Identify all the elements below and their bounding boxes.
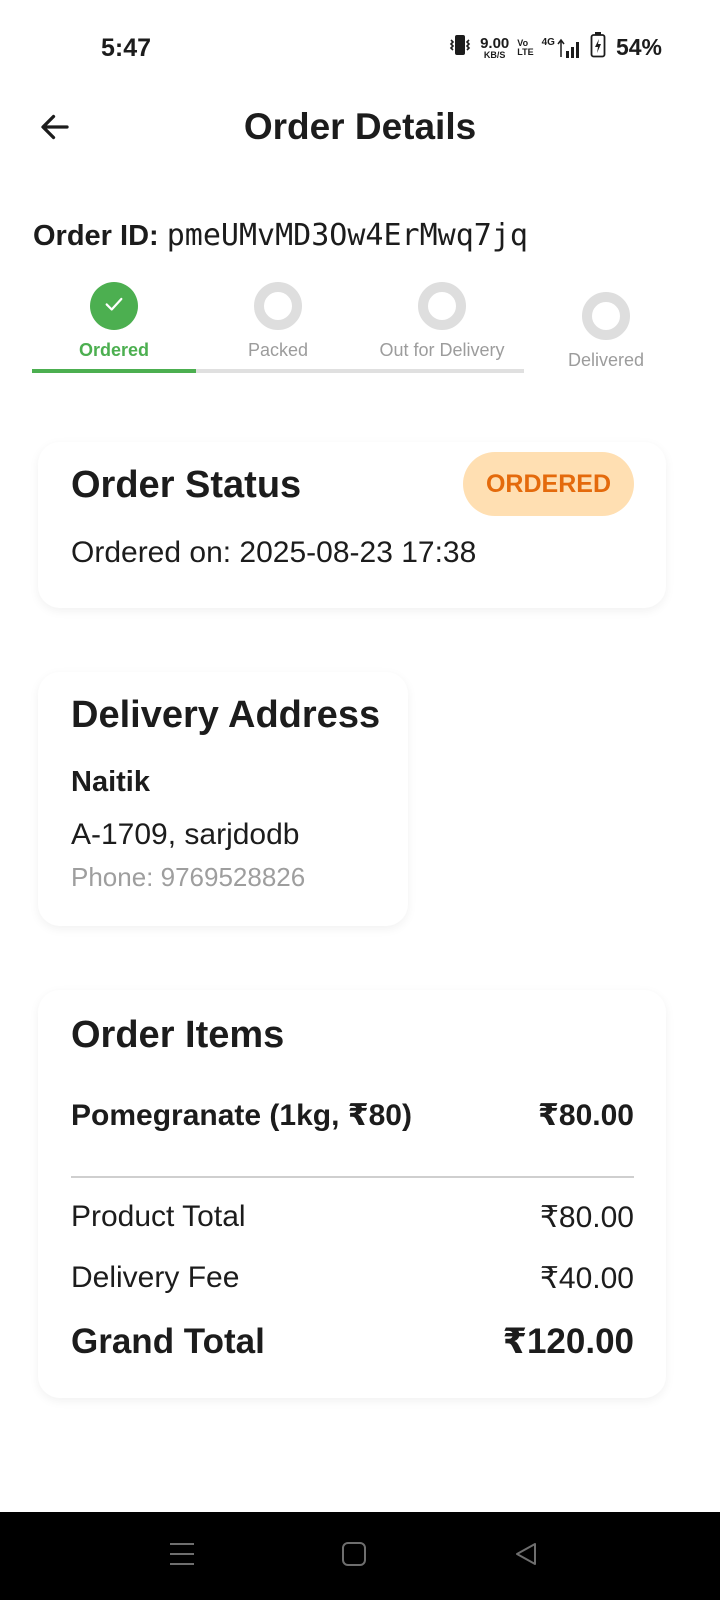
item-price: ₹80.00: [538, 1099, 634, 1132]
triangle-back-icon: [513, 1541, 539, 1572]
step-delivered: Delivered: [524, 292, 688, 371]
step-circle-done: [90, 282, 138, 330]
step-label: Ordered: [78, 340, 150, 360]
grand-total-value: ₹120.00: [502, 1322, 634, 1361]
delivery-fee-row: Delivery Fee ₹40.00: [71, 1261, 634, 1296]
order-status-title: Order Status: [71, 464, 302, 506]
product-total-label: Product Total: [71, 1200, 246, 1233]
grand-total-row: Grand Total ₹120.00: [71, 1322, 634, 1362]
progress-track-fill: [32, 369, 196, 373]
order-id-value: pmeUMvMD3Ow4ErMwq7jq: [166, 218, 528, 253]
nav-menu-button[interactable]: [162, 1538, 202, 1574]
nav-back-button[interactable]: [506, 1538, 546, 1574]
menu-icon: [168, 1541, 196, 1572]
delivery-address-title: Delivery Address: [71, 694, 381, 736]
step-circle-pending: [418, 282, 466, 330]
page-title: Order Details: [243, 106, 477, 147]
product-total-value: ₹80.00: [539, 1201, 634, 1234]
app-bar: Order Details: [0, 96, 720, 160]
step-label: Delivered: [567, 350, 645, 370]
order-items-title: Order Items: [71, 1014, 285, 1056]
phone-number: Phone: 9769528826: [71, 862, 306, 892]
status-badge: ORDERED: [463, 452, 634, 516]
signal-icon: 4G: [542, 37, 582, 59]
customer-name: Naitik: [71, 766, 150, 798]
order-items-card: Order Items Pomegranate (1kg, ₹80) ₹80.0…: [38, 990, 666, 1398]
system-nav-bar: [0, 1512, 720, 1600]
delivery-fee-value: ₹40.00: [539, 1262, 634, 1295]
vibrate-icon: [448, 33, 472, 62]
delivery-address-card: Delivery Address Naitik A-1709, sarjdodb…: [38, 672, 408, 926]
list-item: Pomegranate (1kg, ₹80) ₹80.00: [71, 1098, 634, 1133]
step-label: Out for Delivery: [379, 340, 505, 360]
battery-icon: [590, 32, 606, 63]
network-speed-unit: KB/S: [483, 49, 506, 60]
step-packed: Packed: [196, 282, 360, 361]
status-time: 5:47: [101, 34, 152, 62]
step-out-for-delivery: Out for Delivery: [360, 282, 524, 361]
status-bar: 5:47 9.00 KB/S Vo LTE 4G 54%: [0, 0, 720, 96]
nav-home-button[interactable]: [334, 1538, 374, 1574]
check-icon: [103, 293, 125, 320]
order-id: Order ID: pmeUMvMD3Ow4ErMwq7jq: [33, 218, 528, 253]
ordered-on-text: Ordered on: 2025-08-23 17:38: [71, 536, 477, 569]
address-line: A-1709, sarjdodb: [71, 818, 300, 851]
step-label: Packed: [247, 340, 309, 360]
order-status-card: Order Status ORDERED Ordered on: 2025-08…: [38, 442, 666, 608]
network-speed-value: 9.00: [480, 34, 510, 52]
order-progress-stepper: Ordered Packed Out for Delivery Delivere…: [32, 282, 688, 378]
product-total-row: Product Total ₹80.00: [71, 1200, 634, 1235]
grand-total-label: Grand Total: [71, 1322, 265, 1361]
battery-percent: 54%: [615, 34, 662, 60]
order-id-label: Order ID:: [33, 220, 159, 252]
network-speed: 9.00 KB/S: [480, 36, 509, 60]
volte-indicator: Vo LTE: [517, 38, 534, 57]
item-name: Pomegranate (1kg, ₹80): [71, 1099, 412, 1132]
square-icon: [341, 1541, 367, 1572]
status-icons: 9.00 KB/S Vo LTE 4G 54%: [448, 32, 662, 63]
step-ordered: Ordered: [32, 282, 196, 361]
network-type: 4G: [541, 36, 555, 48]
step-circle-pending: [254, 282, 302, 330]
volte-bottom: LTE: [517, 46, 534, 57]
step-circle-pending: [582, 292, 630, 340]
divider: [71, 1176, 634, 1178]
progress-track: [32, 369, 524, 373]
delivery-fee-label: Delivery Fee: [71, 1261, 240, 1294]
